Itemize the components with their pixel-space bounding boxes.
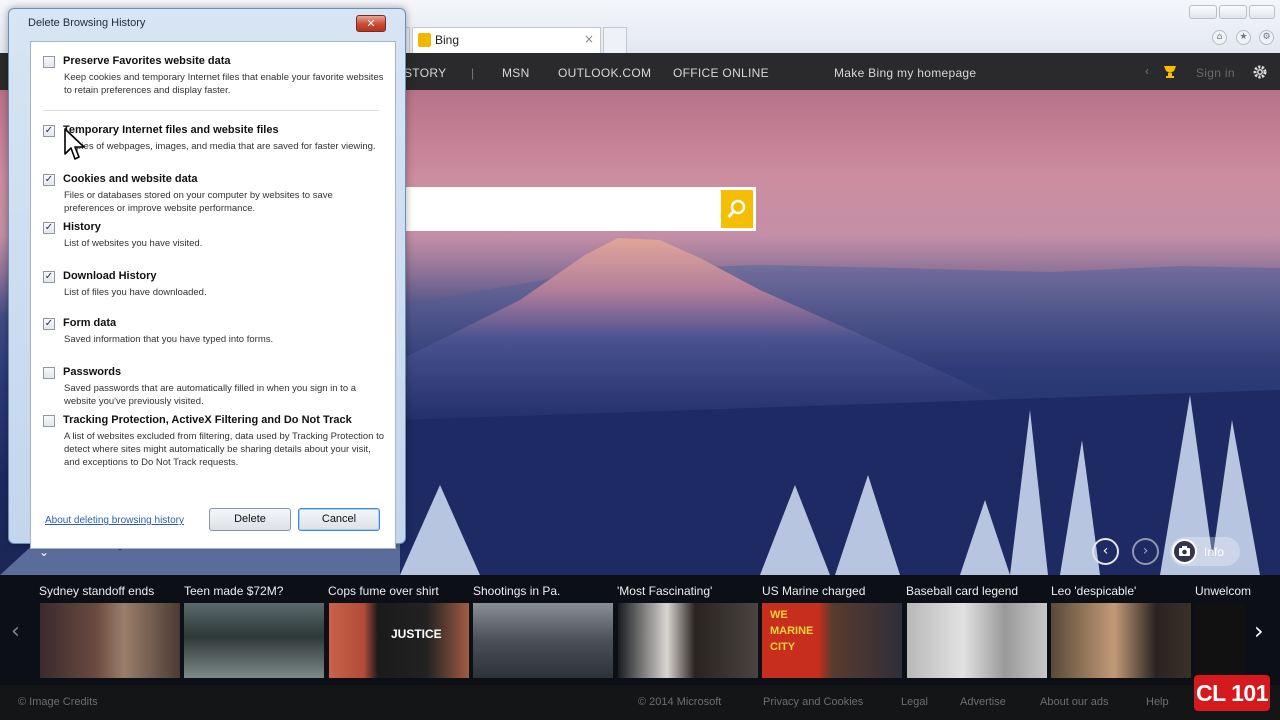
option-description: List of files you have downloaded.	[64, 287, 207, 298]
option-title[interactable]: History	[63, 221, 101, 233]
news-headline[interactable]: Sydney standoff ends	[39, 584, 154, 598]
news-thumbnail[interactable]: WE MARINE CITY	[762, 603, 902, 678]
news-headline[interactable]: US Marine charged	[762, 584, 865, 598]
news-headline[interactable]: Baseball card legend	[906, 584, 1018, 598]
news-headline[interactable]: Teen made $72M?	[184, 584, 283, 598]
thumb-caption-line: CITY	[770, 641, 796, 653]
tab-title: Bing	[435, 33, 460, 47]
dialog-close-button[interactable]: ✕	[356, 15, 386, 32]
news-thumbnail[interactable]	[1051, 603, 1191, 678]
footer-link-about-ads[interactable]: About our ads	[1040, 696, 1109, 708]
news-headline[interactable]: 'Most Fascinating'	[617, 584, 712, 598]
gear-icon[interactable]	[1252, 64, 1268, 80]
tab-close-icon[interactable]: ×	[584, 32, 594, 46]
about-deleting-history-link[interactable]: About deleting browsing history	[45, 515, 184, 526]
footer: © Image Credits © 2014 Microsoft Privacy…	[0, 685, 1280, 720]
window-close-button[interactable]	[1249, 5, 1275, 19]
option-description: A list of websites excluded from filteri…	[64, 431, 384, 468]
dialog-body: Preserve Favorites website data Keep coo…	[30, 41, 396, 549]
option-description: Copies of webpages, images, and media th…	[64, 141, 376, 152]
delete-browsing-history-dialog: Delete Browsing History ✕ Preserve Favor…	[8, 8, 406, 549]
option-description: Keep cookies and temporary Internet file…	[64, 72, 384, 96]
tools-gear-icon[interactable]: ⚙	[1259, 30, 1274, 45]
footer-link-privacy[interactable]: Privacy and Cookies	[763, 696, 863, 708]
maximize-button[interactable]	[1219, 5, 1247, 19]
news-headline[interactable]: Cops fume over shirt	[328, 584, 439, 598]
cursor-icon	[64, 128, 85, 160]
image-credits-link[interactable]: © Image Credits	[18, 696, 98, 708]
nav-link-outlook[interactable]: OUTLOOK.COM	[558, 66, 651, 80]
option-title[interactable]: Temporary Internet files and website fil…	[63, 124, 279, 136]
news-thumbnail[interactable]	[618, 603, 758, 678]
news-thumbnail[interactable]: JUSTICE	[329, 603, 469, 678]
chevron-left-icon[interactable]: ‹	[11, 619, 20, 644]
option-title[interactable]: Cookies and website data	[63, 173, 197, 185]
chevron-down-icon[interactable]: ⌄	[39, 545, 49, 559]
search-icon	[727, 199, 746, 219]
thumb-caption-line: WE	[770, 609, 788, 621]
thumb-caption: WE MARINE CITY	[770, 607, 813, 655]
bing-favicon-icon	[418, 33, 431, 47]
new-tab-button[interactable]	[603, 27, 627, 53]
copyright-text: © 2014 Microsoft	[638, 696, 722, 708]
favorites-star-icon[interactable]: ★	[1236, 30, 1251, 45]
option-description: Files or databases stored on your comput…	[64, 190, 333, 214]
checkbox-tracking-protection[interactable]	[43, 415, 55, 427]
nav-link-msn[interactable]: MSN	[502, 66, 530, 80]
news-headline[interactable]: Unwelcom	[1195, 584, 1251, 598]
news-strip: ‹ Sydney standoff ends Teen made $72M? C…	[0, 575, 1280, 685]
option-description: Saved information that you have typed in…	[64, 334, 274, 345]
option-description: List of websites you have visited.	[64, 238, 203, 249]
rewards-arrow-icon[interactable]: ‹	[1145, 64, 1149, 78]
news-thumbnail[interactable]	[1195, 603, 1245, 678]
checkbox-form-data[interactable]: ✓	[43, 318, 55, 330]
checkbox-preserve-favorites[interactable]	[43, 56, 55, 68]
search-button[interactable]	[718, 187, 756, 231]
info-label: Info	[1204, 545, 1225, 559]
carousel-prev-button[interactable]: ‹	[1092, 538, 1119, 565]
nav-separator: |	[471, 66, 475, 80]
news-thumbnail[interactable]	[184, 603, 324, 678]
thumb-caption: JUSTICE	[391, 627, 442, 641]
option-title[interactable]: Preserve Favorites website data	[63, 55, 231, 67]
dialog-title: Delete Browsing History	[28, 17, 146, 29]
thumb-caption-line: MARINE	[770, 625, 814, 637]
checkbox-history[interactable]: ✓	[43, 222, 55, 234]
option-title[interactable]: Tracking Protection, ActiveX Filtering a…	[63, 414, 352, 426]
nav-link-office-online[interactable]: OFFICE ONLINE	[673, 66, 769, 80]
minimize-button[interactable]	[1189, 5, 1217, 19]
footer-link-help[interactable]: Help	[1146, 696, 1169, 708]
sign-in-link[interactable]: Sign in	[1196, 66, 1235, 80]
make-homepage-link[interactable]: Make Bing my homepage	[834, 66, 976, 80]
news-thumbnail[interactable]	[40, 603, 180, 678]
footer-link-legal[interactable]: Legal	[901, 696, 928, 708]
tab-bing[interactable]: Bing ×	[412, 27, 601, 53]
news-headline[interactable]: Leo 'despicable'	[1051, 584, 1136, 598]
news-headline[interactable]: Shootings in Pa.	[473, 584, 560, 598]
checkbox-temporary-files[interactable]: ✓	[43, 125, 55, 137]
chevron-right-icon[interactable]: ›	[1254, 617, 1264, 645]
checkbox-passwords[interactable]	[43, 367, 55, 379]
separator	[43, 110, 379, 111]
option-title[interactable]: Passwords	[63, 366, 121, 378]
carousel-next-button[interactable]: ›	[1132, 538, 1159, 565]
rewards-icon[interactable]	[1162, 64, 1178, 80]
cancel-button[interactable]: Cancel	[298, 508, 380, 531]
nav-history-partial[interactable]: STORY	[404, 66, 446, 80]
home-icon[interactable]: ⌂	[1212, 30, 1227, 45]
news-thumbnail[interactable]	[473, 603, 613, 678]
search-input[interactable]	[404, 187, 718, 231]
footer-link-advertise[interactable]: Advertise	[960, 696, 1006, 708]
delete-button[interactable]: Delete	[209, 508, 291, 531]
checkbox-download-history[interactable]: ✓	[43, 271, 55, 283]
camera-icon	[1172, 539, 1197, 564]
channel-logo-badge: CL 101	[1194, 675, 1270, 711]
option-title[interactable]: Download History	[63, 270, 157, 282]
option-description: Saved passwords that are automatically f…	[64, 383, 357, 407]
option-title[interactable]: Form data	[63, 317, 116, 329]
checkbox-cookies[interactable]: ✓	[43, 174, 55, 186]
news-thumbnail[interactable]	[907, 603, 1047, 678]
